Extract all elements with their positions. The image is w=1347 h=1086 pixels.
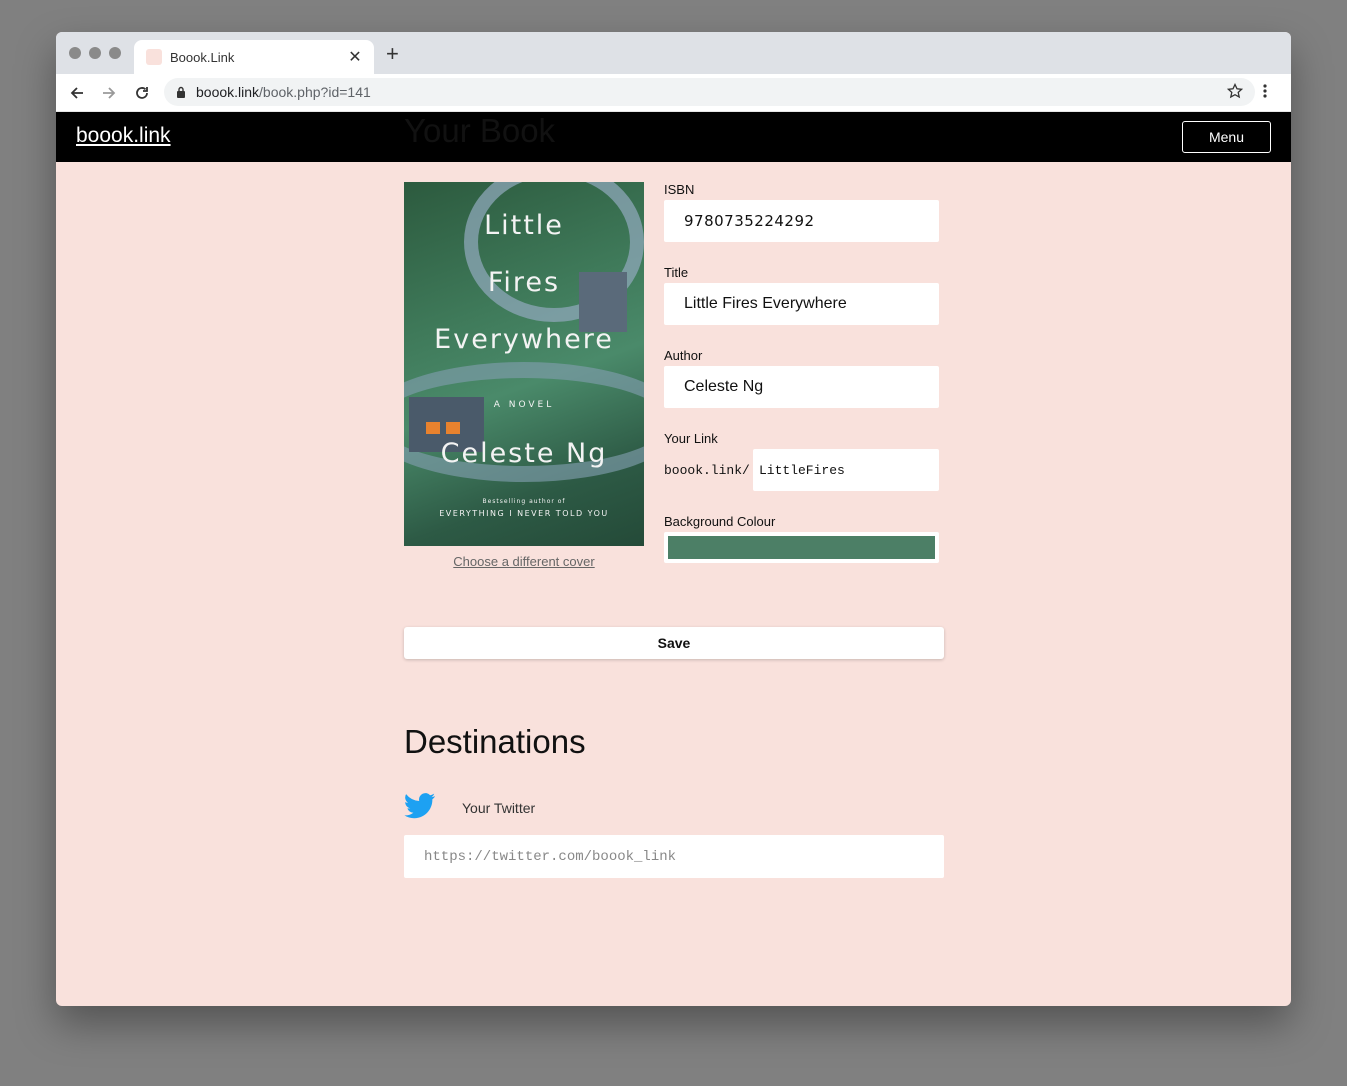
book-editor: Little Fires Everywhere A NOVEL Celeste …: [404, 182, 944, 582]
cover-title-line: Little: [484, 210, 564, 241]
author-label: Author: [664, 348, 703, 363]
favicon-icon: [146, 49, 162, 65]
twitter-url-input[interactable]: [404, 835, 944, 878]
browser-window: Boook.Link ✕ + boook.link/book.php?id=14…: [56, 32, 1291, 1006]
tab-title: Boook.Link: [170, 49, 235, 65]
close-tab-icon[interactable]: ✕: [346, 47, 364, 67]
browser-toolbar: boook.link/book.php?id=141: [56, 74, 1291, 112]
background-colour-label: Background Colour: [664, 514, 776, 529]
close-window-dot[interactable]: [69, 47, 81, 59]
twitter-bird-icon: [404, 792, 436, 824]
address-bar[interactable]: boook.link/book.php?id=141: [164, 78, 1255, 106]
url-path: /book.php?id=141: [259, 84, 371, 100]
your-link-label: Your Link: [664, 431, 718, 446]
new-tab-icon[interactable]: +: [386, 43, 399, 65]
browser-menu-icon[interactable]: [1263, 83, 1267, 104]
background-colour-picker[interactable]: [664, 532, 939, 563]
link-prefix: boook.link/: [664, 462, 750, 478]
link-slug-input[interactable]: [753, 449, 939, 491]
twitter-label: Your Twitter: [462, 800, 536, 816]
twitter-destination-row: Your Twitter: [404, 792, 944, 824]
isbn-input[interactable]: [664, 200, 939, 242]
your-book-heading: Your Book: [404, 112, 556, 149]
menu-button[interactable]: Menu: [1182, 121, 1271, 153]
save-button[interactable]: Save: [404, 627, 944, 659]
cover-title-line: Fires: [487, 267, 561, 298]
isbn-label: ISBN: [664, 182, 695, 197]
minimize-window-dot[interactable]: [89, 47, 101, 59]
reload-icon[interactable]: [131, 82, 153, 104]
title-input[interactable]: [664, 283, 939, 325]
main-content: Your Book Little Fires Everywhere A NOVE…: [404, 112, 944, 878]
forward-icon[interactable]: [98, 82, 120, 104]
site-logo-link[interactable]: boook.link: [76, 124, 171, 148]
url-host: boook.link: [196, 84, 260, 100]
cover-author: Celeste Ng: [440, 438, 608, 469]
book-fields: ISBN Title Author Your Link boook.link/ …: [664, 182, 939, 563]
title-label: Title: [664, 265, 689, 280]
choose-cover-link[interactable]: Choose a different cover: [404, 554, 644, 569]
lock-icon: [176, 86, 186, 98]
destinations-heading: Destinations: [404, 723, 586, 760]
author-input[interactable]: [664, 366, 939, 408]
cover-tagline: Bestselling author of: [482, 498, 566, 505]
bookmark-star-icon[interactable]: [1226, 82, 1244, 104]
cover-tagline: EVERYTHING I NEVER TOLD YOU: [439, 509, 609, 518]
your-link-row: boook.link/: [664, 449, 939, 491]
cover-title-line: Everywhere: [434, 324, 614, 355]
cover-window-glow: [426, 422, 440, 434]
tab-strip: Boook.Link ✕ +: [56, 32, 1291, 74]
colour-swatch: [668, 536, 935, 559]
maximize-window-dot[interactable]: [109, 47, 121, 59]
back-icon[interactable]: [66, 82, 88, 104]
book-cover-image: Little Fires Everywhere A NOVEL Celeste …: [404, 182, 644, 546]
browser-tab[interactable]: Boook.Link ✕: [134, 40, 374, 74]
cover-subtitle: A NOVEL: [493, 400, 555, 410]
